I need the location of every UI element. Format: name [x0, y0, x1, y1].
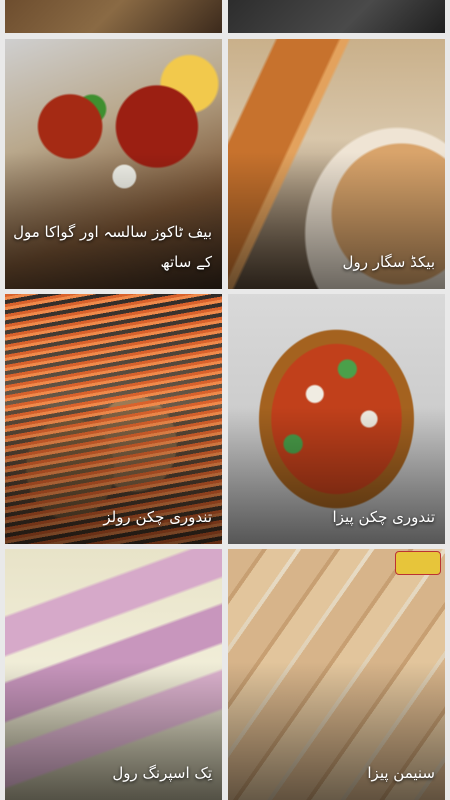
recipe-title: بیکڈ سگار رول [342, 253, 435, 271]
recipe-card-tandoori-chicken-pizza[interactable]: تندوری چکن پیزا [228, 294, 445, 544]
recipe-card-beef-tacos[interactable]: بیف ٹاکوز سالسہ اور گواکا مول کے ساتھ [5, 39, 222, 289]
recipe-card-partial[interactable] [5, 0, 222, 33]
brand-logo-icon [395, 551, 441, 575]
recipe-title: تندوری چکن رولز [103, 508, 212, 526]
recipe-photo [5, 0, 222, 33]
recipe-card-tandoori-chicken-rolls[interactable]: تندوری چکن رولز [5, 294, 222, 544]
recipe-card-partial[interactable] [228, 0, 445, 33]
recipe-card-cinnamon-pizza[interactable]: سنیمن پیزا [228, 549, 445, 800]
recipe-title: تِک اسپرنگ رول [112, 764, 212, 782]
recipe-title: تندوری چکن پیزا [332, 508, 435, 526]
recipe-card-tikka-spring-roll[interactable]: تِک اسپرنگ رول [5, 549, 222, 800]
recipe-photo [228, 0, 445, 33]
recipe-title: سنیمن پیزا [367, 764, 435, 782]
recipe-title: بیف ٹاکوز سالسہ اور گواکا مول کے ساتھ [13, 223, 212, 271]
recipe-grid: بیف ٹاکوز سالسہ اور گواکا مول کے ساتھ بی… [0, 0, 450, 800]
recipe-card-baked-cigar-roll[interactable]: بیکڈ سگار رول [228, 39, 445, 289]
